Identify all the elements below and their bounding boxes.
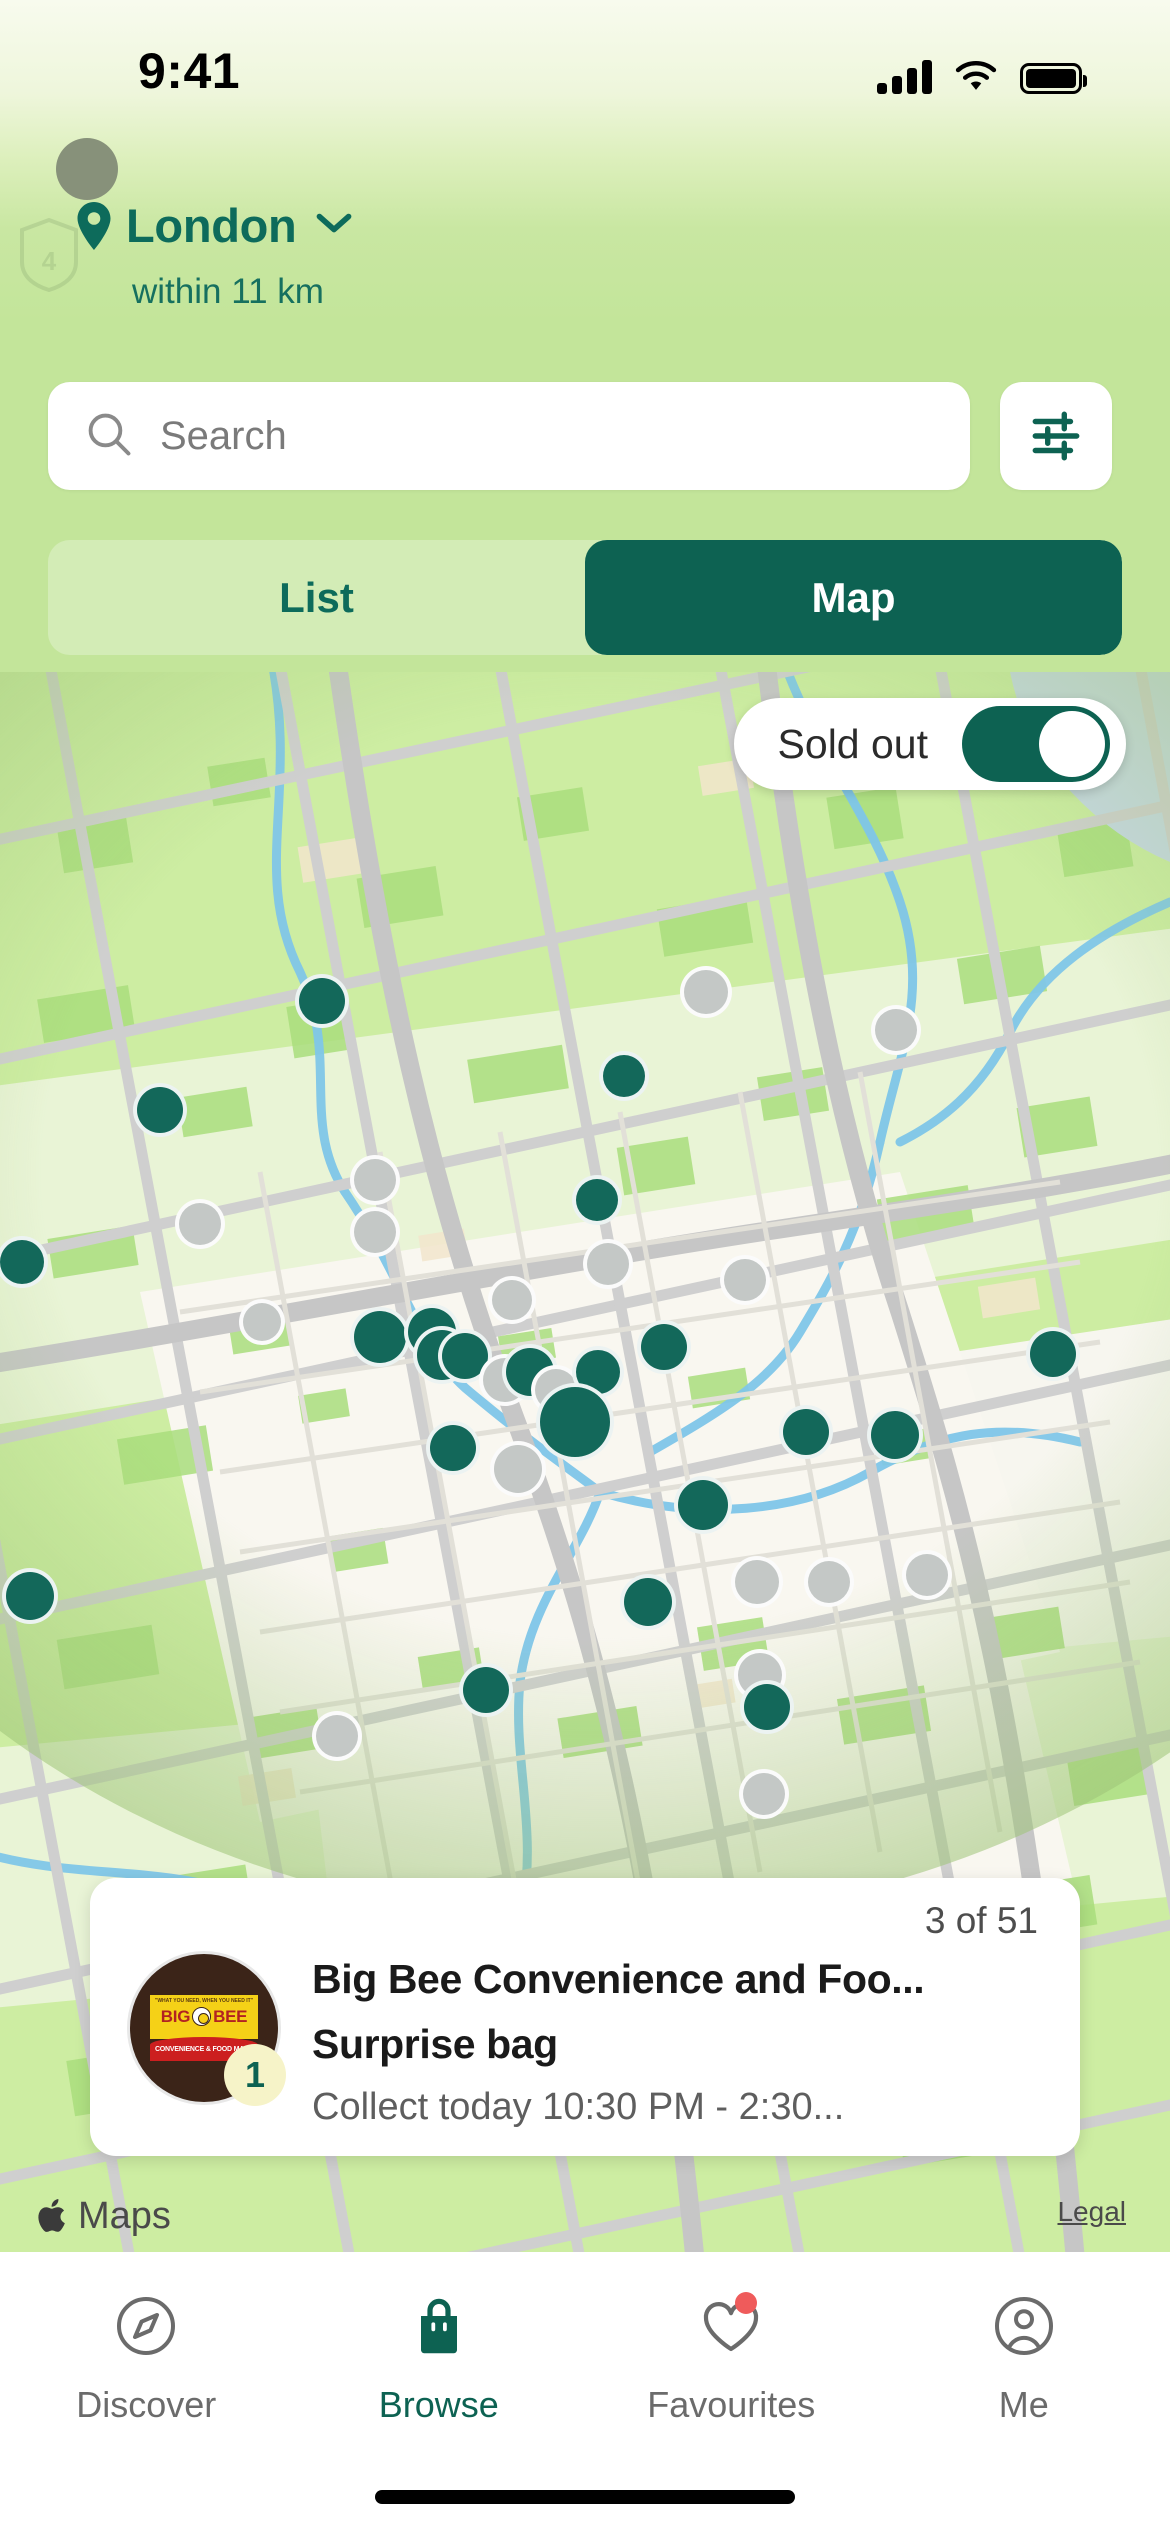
sold-out-switch[interactable] xyxy=(962,706,1110,782)
store-logo-word-right: BEE xyxy=(213,2006,248,2026)
map-pin-available[interactable] xyxy=(620,1574,676,1630)
tab-list[interactable]: List xyxy=(48,540,585,655)
home-indicator xyxy=(375,2490,795,2504)
map-pin-available[interactable] xyxy=(459,1663,513,1717)
bag-type: Surprise bag xyxy=(312,2021,558,2067)
map-pin-available[interactable] xyxy=(637,1320,691,1374)
map-pin-sold-out[interactable] xyxy=(350,1207,400,1257)
map-pin-available[interactable] xyxy=(572,1175,622,1225)
wifi-icon xyxy=(955,61,997,90)
map-pin-available[interactable] xyxy=(2,1568,58,1624)
map-pin-available[interactable] xyxy=(599,1051,649,1101)
heart-icon xyxy=(699,2292,763,2358)
status-bar: 9:41 xyxy=(0,0,1170,140)
sold-out-toggle[interactable]: Sold out xyxy=(733,698,1126,790)
map-pin-sold-out[interactable] xyxy=(239,1299,285,1345)
map-pin-sold-out[interactable] xyxy=(731,1556,783,1608)
map-pin-sold-out[interactable] xyxy=(902,1550,952,1600)
status-time: 9:41 xyxy=(138,43,241,99)
search-icon xyxy=(86,411,132,462)
store-logo-word-left: BIG xyxy=(160,2006,191,2026)
card-text: Big Bee Convenience and Foo... Surprise … xyxy=(312,1954,925,2129)
store-card[interactable]: 3 of 51 "WHAT YOU NEED, WHEN YOU NEED IT… xyxy=(90,1878,1080,2156)
store-logo-tagline: "WHAT YOU NEED, WHEN YOU NEED IT" xyxy=(154,1998,254,2004)
card-body: "WHAT YOU NEED, WHEN YOU NEED IT" BIG BE… xyxy=(130,1954,925,2129)
shopping-bag-icon xyxy=(407,2294,471,2358)
search-input[interactable]: Search xyxy=(48,382,970,490)
map-pin-shadow-circle xyxy=(56,138,118,200)
map-pin-sold-out[interactable] xyxy=(350,1155,400,1205)
maps-attribution-text: Maps xyxy=(78,2194,171,2237)
bags-left-badge: 1 xyxy=(224,2044,286,2106)
search-placeholder: Search xyxy=(160,413,287,458)
map-pin-sold-out[interactable] xyxy=(739,1769,789,1819)
location-selector[interactable]: London xyxy=(76,198,354,253)
tab-discover[interactable]: Discover xyxy=(0,2294,293,2426)
map-pin-sold-out[interactable] xyxy=(583,1239,633,1289)
map-pin-available[interactable] xyxy=(295,974,349,1028)
map-pin-sold-out[interactable] xyxy=(680,966,732,1018)
person-circle-icon xyxy=(992,2294,1056,2358)
sold-out-label: Sold out xyxy=(777,720,928,767)
location-pin-icon xyxy=(76,201,112,250)
legal-link[interactable]: Legal xyxy=(1057,2196,1126,2228)
compass-icon xyxy=(114,2294,178,2358)
view-toggle[interactable]: List Map xyxy=(48,540,1122,655)
search-row: Search xyxy=(48,382,1112,490)
apple-logo-icon xyxy=(38,2199,65,2232)
map-pin-available[interactable] xyxy=(740,1680,794,1734)
store-logo-wrapper: "WHAT YOU NEED, WHEN YOU NEED IT" BIG BE… xyxy=(130,1954,286,2106)
apple-maps-attribution: Maps xyxy=(36,2194,171,2238)
filter-sliders-icon xyxy=(1032,411,1080,461)
chevron-down-icon[interactable] xyxy=(314,210,354,241)
search-radius-text: within 11 km xyxy=(132,272,324,311)
map-pin-available[interactable] xyxy=(779,1405,833,1459)
map-pin-available[interactable] xyxy=(674,1476,732,1534)
map-pin-available[interactable] xyxy=(1026,1327,1080,1381)
highway-shield-number: 4 xyxy=(42,246,57,276)
tab-me[interactable]: Me xyxy=(878,2294,1170,2426)
map-pin-sold-out[interactable] xyxy=(488,1276,536,1324)
card-counter: 3 of 51 xyxy=(924,1900,1038,1941)
map-pin-sold-out[interactable] xyxy=(871,1005,921,1055)
tab-favourites-label: Favourites xyxy=(647,2384,816,2425)
bee-icon xyxy=(192,2007,212,2027)
tab-map[interactable]: Map xyxy=(585,540,1122,655)
map-pin-sold-out[interactable] xyxy=(720,1255,770,1305)
map-pin-available[interactable] xyxy=(426,1421,480,1475)
map-pin-available[interactable] xyxy=(536,1383,614,1461)
store-name: Big Bee Convenience and Foo... xyxy=(312,1956,925,2002)
tab-browse-label: Browse xyxy=(378,2384,499,2425)
tab-favourites[interactable]: Favourites xyxy=(585,2292,878,2426)
map-pin-available[interactable] xyxy=(867,1407,923,1463)
status-icons xyxy=(877,50,1087,94)
highway-shield-icon: 4 xyxy=(20,218,78,292)
tab-browse[interactable]: Browse xyxy=(293,2294,586,2426)
map-pin-sold-out[interactable] xyxy=(490,1441,546,1497)
collect-time: Collect today 10:30 PM - 2:30... xyxy=(312,2086,845,2128)
tab-discover-label: Discover xyxy=(76,2384,217,2425)
filter-button[interactable] xyxy=(1000,382,1112,490)
map-pin-available[interactable] xyxy=(350,1307,410,1367)
bottom-tab-bar[interactable]: Discover Browse Favourites Me xyxy=(0,2252,1170,2532)
battery-full-icon xyxy=(1020,63,1087,94)
map-pin-sold-out[interactable] xyxy=(312,1711,362,1761)
store-logo-top: "WHAT YOU NEED, WHEN YOU NEED IT" BIG BE… xyxy=(150,1995,258,2039)
map-pin-available[interactable] xyxy=(133,1083,187,1137)
tab-me-label: Me xyxy=(998,2384,1049,2425)
location-name: London xyxy=(126,199,297,252)
map-pin-sold-out[interactable] xyxy=(175,1199,225,1249)
cellular-signal-icon xyxy=(877,60,932,94)
sold-out-switch-knob xyxy=(1039,711,1105,777)
map-pin-sold-out[interactable] xyxy=(804,1557,854,1607)
